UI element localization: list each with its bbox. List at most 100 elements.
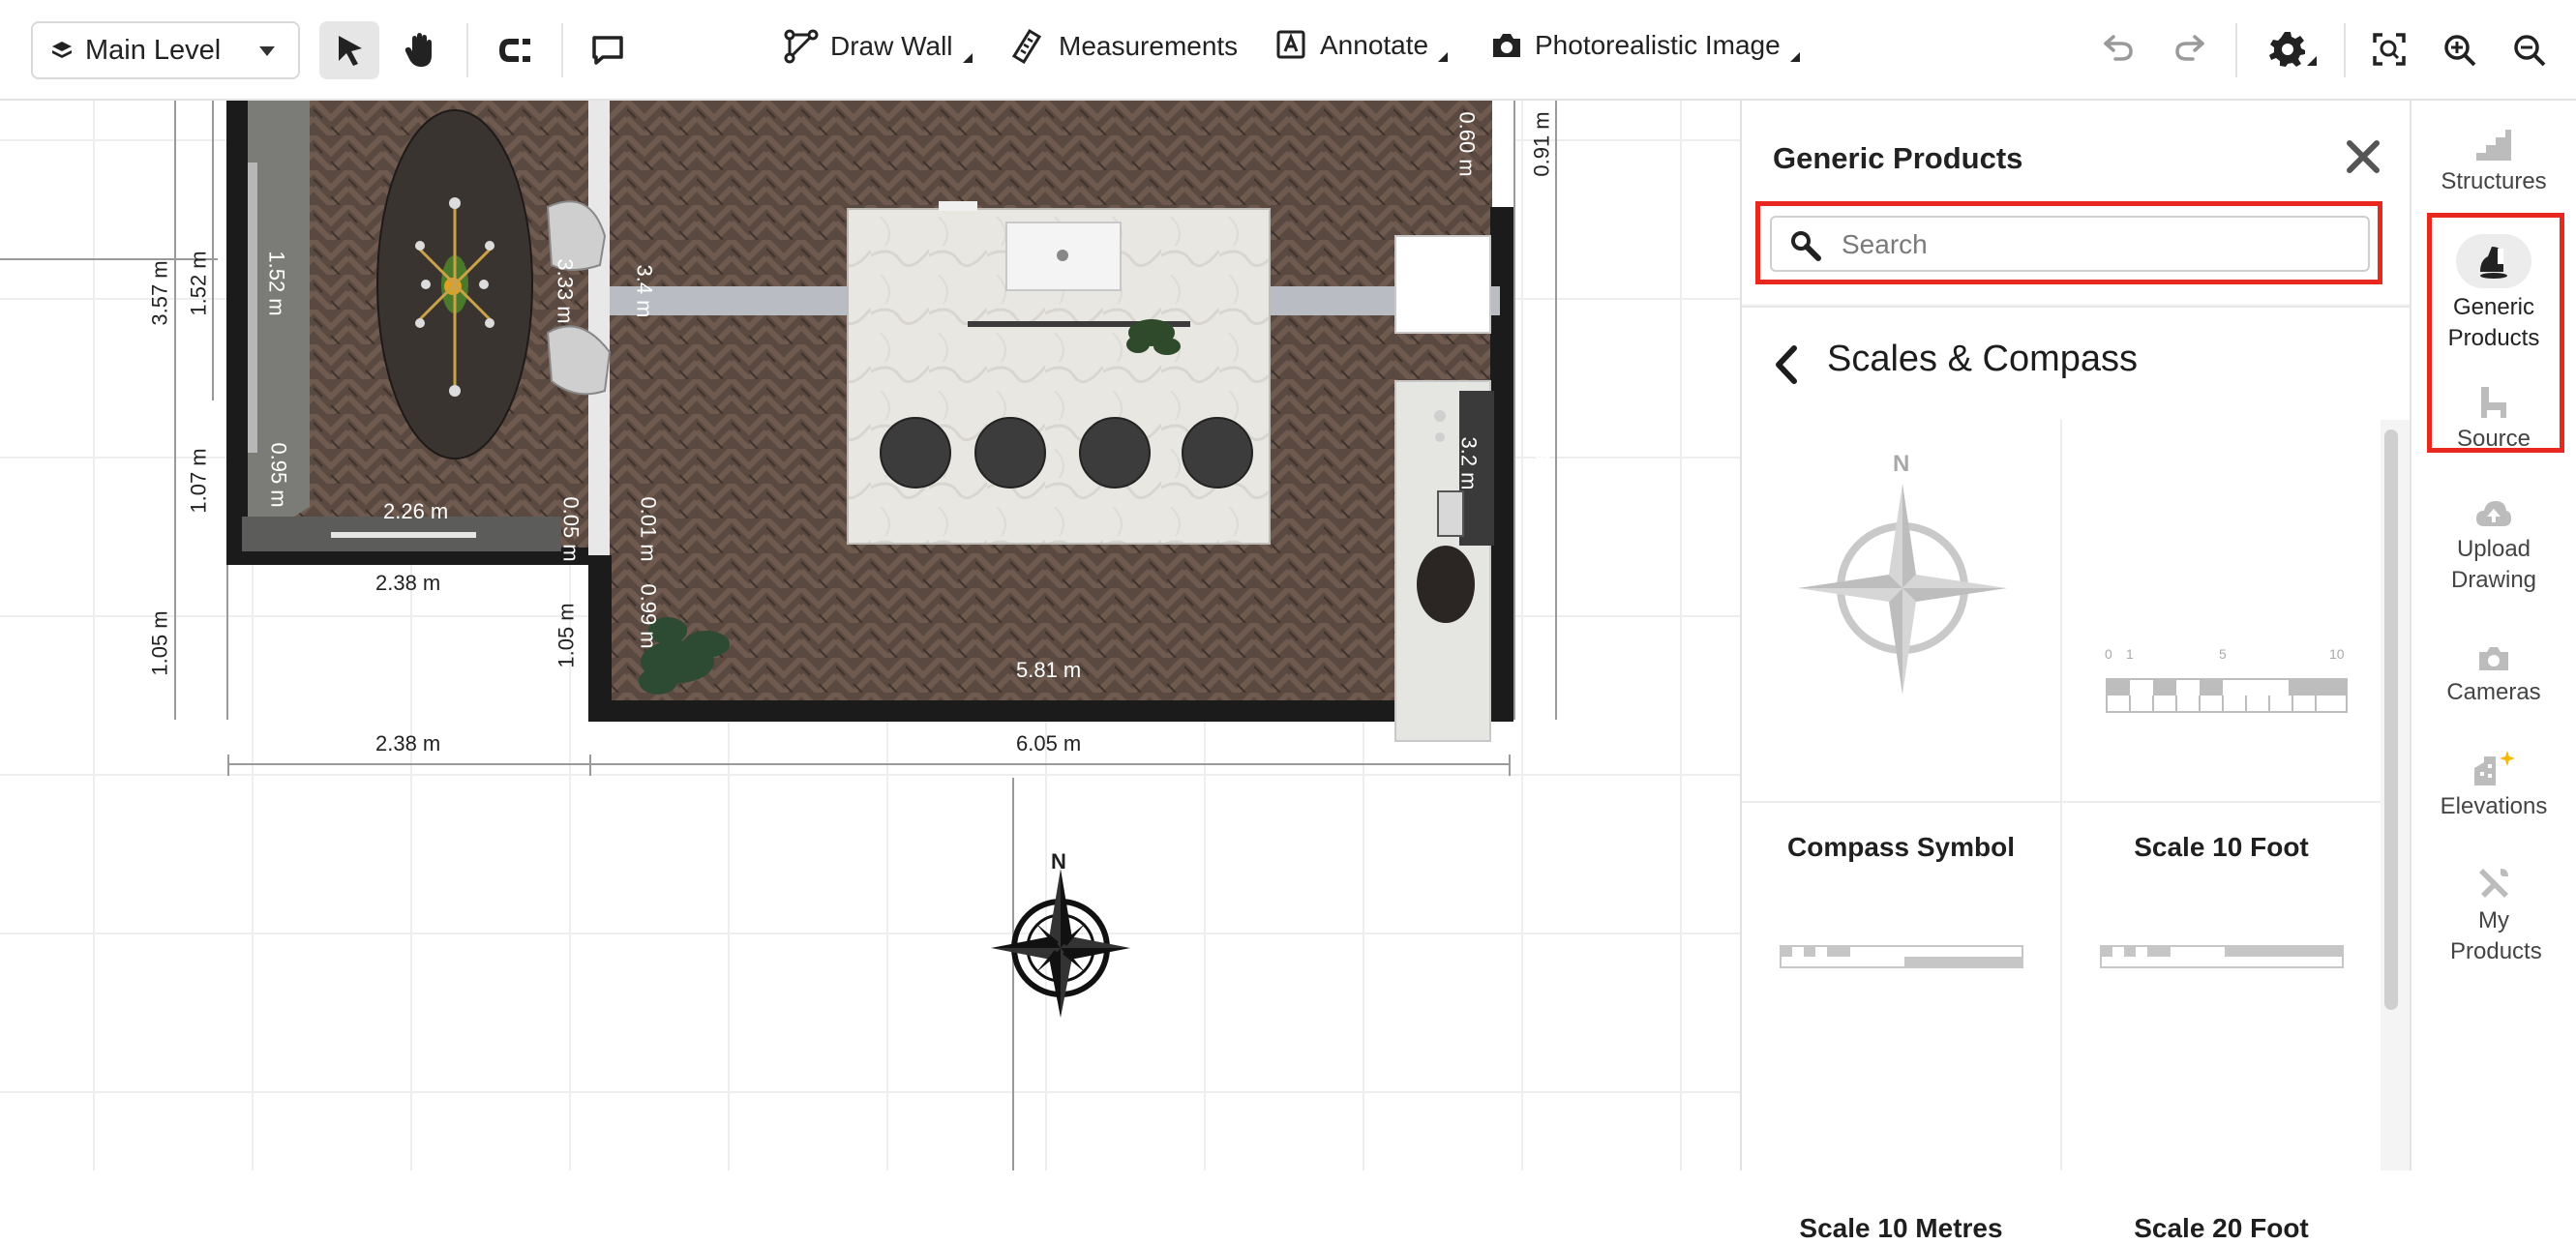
product-card-compass-symbol[interactable]: N Compass Symbol	[1742, 420, 2062, 862]
category-header: Scales & Compass	[1742, 306, 2410, 420]
zoom-out-icon	[2514, 35, 2546, 67]
dimension-label: 2.26 m	[383, 499, 449, 523]
product-label: Scale 20 Foot	[2134, 1213, 2309, 1243]
settings-button[interactable]	[2268, 29, 2317, 68]
dimension-label: 0.05 m	[558, 496, 584, 562]
undo-button[interactable]	[2102, 33, 2135, 62]
toolbar-divider	[2344, 23, 2346, 77]
sidebar-item-source[interactable]: Source	[2411, 385, 2576, 455]
layers-icon	[52, 42, 72, 58]
sidebar-item-elevations[interactable]: Elevations	[2411, 749, 2576, 822]
photorealistic-image-button[interactable]: Photorealistic Image	[1490, 29, 1800, 62]
dimension-label: 4.96 m	[1573, 309, 1598, 374]
sidebar-label: Elevations	[2440, 793, 2548, 819]
dimension-label: 1.07 m	[186, 448, 211, 514]
search-input[interactable]	[1840, 225, 2356, 264]
search-icon	[1791, 231, 1821, 261]
camera-icon	[1493, 34, 1520, 57]
product-grid: N Compass Symbol 0 1 5 10 Scale 10 Foot …	[1742, 420, 2381, 1243]
submenu-corner-icon	[2307, 56, 2317, 66]
comment-tool-button[interactable]	[581, 21, 635, 79]
zoom-out-button[interactable]	[2512, 33, 2547, 68]
dimension-label: 0.95 m	[266, 442, 291, 508]
zoom-in-icon	[2444, 35, 2476, 67]
sidebar-item-my-products[interactable]: My Products	[2411, 865, 2576, 967]
scale-tick-label: 10	[2329, 646, 2345, 662]
scale-tick-label: 0	[2105, 646, 2112, 662]
product-label: Scale 10 Metres	[1799, 1213, 2003, 1243]
snap-tool-button[interactable]	[488, 21, 542, 79]
search-field[interactable]	[1770, 216, 2370, 272]
dimension-label: 1.52 m	[264, 251, 289, 316]
draw-wall-button[interactable]: Draw Wall	[784, 29, 973, 64]
draw-wall-label: Draw Wall	[830, 31, 953, 61]
toolbar-divider	[2235, 23, 2237, 77]
panel-header: Generic Products	[1742, 101, 2410, 304]
dimension-label: 1.52 m	[186, 251, 211, 316]
cloud-upload-icon	[2476, 501, 2511, 526]
measurements-button[interactable]: Measurements	[1012, 29, 1238, 64]
product-card-scale-10-metres[interactable]: Scale 10 Metres	[1742, 803, 2062, 1243]
dimension-label: 5.81 m	[1016, 658, 1082, 682]
dimension-label: 1.05 m	[554, 603, 579, 668]
redo-button[interactable]	[2173, 33, 2206, 62]
compass-north-letter: N	[1051, 849, 1066, 874]
ruler-icon	[1012, 29, 1041, 64]
back-button[interactable]	[1767, 341, 1806, 389]
photorealistic-label: Photorealistic Image	[1535, 30, 1781, 60]
sidebar-label: Upload Drawing	[2450, 536, 2537, 593]
scale-tick-label: 1	[2126, 646, 2134, 662]
dimension-label: 3.32 m	[1530, 430, 1555, 496]
sidebar-label: Source	[2456, 426, 2531, 452]
toolbar-divider	[466, 23, 468, 77]
level-label: Main Level	[85, 34, 222, 66]
redo-icon	[2175, 35, 2204, 61]
product-card-scale-10-foot[interactable]: 0 1 5 10 Scale 10 Foot	[2062, 420, 2381, 862]
dimension-label: 0.91 m	[1529, 111, 1554, 177]
panel-scrollbar[interactable]	[2384, 429, 2398, 1010]
fit-view-button[interactable]	[2373, 33, 2406, 66]
undo-icon	[2104, 35, 2133, 61]
magnet-icon	[499, 39, 530, 62]
select-tool-button[interactable]	[319, 21, 379, 79]
floor-plan-canvas[interactable]: N 3.57 m 1.52 m 1.52 m 1.07 m 0.95 m 1.0…	[0, 101, 1740, 1170]
close-panel-button[interactable]	[2342, 135, 2384, 178]
dimension-label: 0.60 m	[1454, 111, 1480, 177]
focus-icon	[2373, 33, 2406, 66]
gear-icon	[2269, 32, 2305, 67]
stairs-icon	[2476, 130, 2511, 161]
chevron-left-icon	[1776, 345, 1797, 384]
draw-wall-icon	[784, 29, 819, 64]
dimension-label: 0.99 m	[636, 583, 661, 649]
top-toolbar: Main Level Draw Wall Measurements Annota…	[0, 0, 2576, 101]
sidebar-item-structures[interactable]: Structures	[2411, 128, 2576, 197]
measurements-label: Measurements	[1059, 31, 1239, 61]
pan-tool-button[interactable]	[391, 21, 449, 79]
dimension-label: 0.01 m	[636, 496, 661, 562]
sidebar-item-cameras[interactable]: Cameras	[2411, 644, 2576, 708]
dimension-label: 3.4 m	[632, 264, 657, 318]
zoom-in-button[interactable]	[2442, 33, 2477, 68]
close-icon	[2347, 140, 2380, 173]
sidebar-label: My Products	[2450, 907, 2542, 964]
scale-bar-thumbnail	[1780, 945, 2023, 968]
right-sidebar: Structures Generic Products Source Uploa…	[2410, 101, 2576, 1170]
level-selector[interactable]: Main Level	[31, 21, 300, 79]
panel-title: Generic Products	[1773, 141, 2023, 175]
hand-icon	[404, 33, 432, 67]
dimension-label: 3.57 m	[147, 260, 172, 326]
sidebar-label: Cameras	[2446, 679, 2541, 705]
annotate-button[interactable]: Annotate	[1275, 29, 1449, 62]
product-card-scale-20-foot[interactable]: Scale 20 Foot	[2062, 803, 2381, 1243]
floor-plan	[0, 101, 1557, 1170]
sidebar-item-upload-drawing[interactable]: Upload Drawing	[2411, 499, 2576, 596]
camera-icon	[2479, 647, 2508, 670]
generic-products-panel: Generic Products Scales & Compass	[1740, 101, 2410, 1243]
search-highlight	[1755, 201, 2382, 284]
submenu-corner-icon	[1789, 52, 1800, 62]
compass-thumbnail-letter: N	[1893, 451, 1910, 477]
submenu-corner-icon	[962, 53, 973, 63]
chair-icon	[2481, 387, 2506, 418]
comment-icon	[592, 36, 623, 65]
category-title: Scales & Compass	[1827, 339, 2139, 379]
